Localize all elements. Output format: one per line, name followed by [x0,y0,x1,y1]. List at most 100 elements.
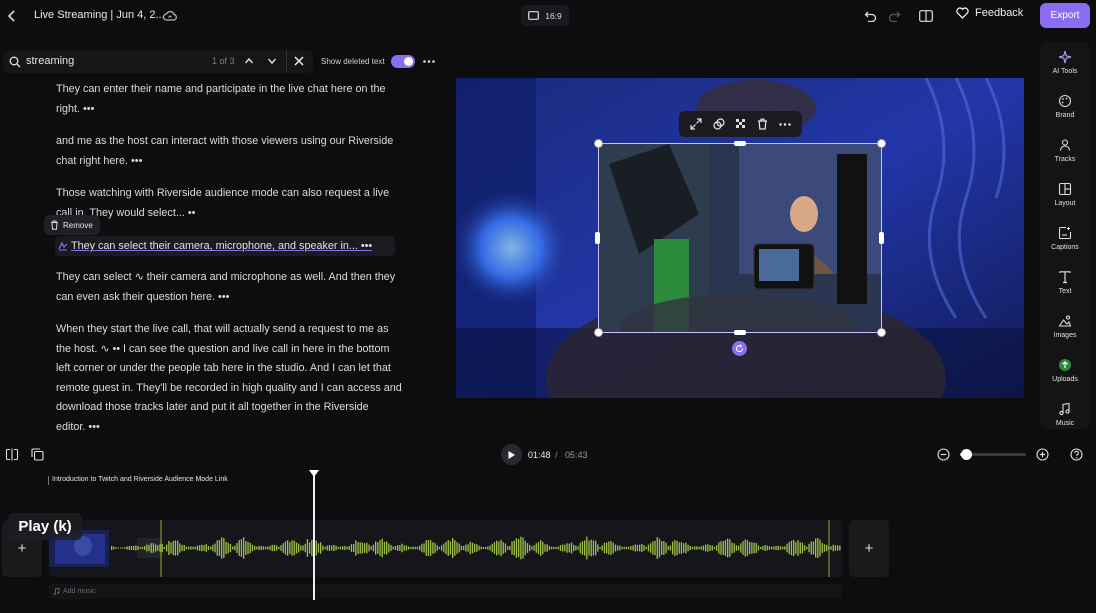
waveform-bar [295,542,298,554]
resize-handle[interactable] [594,328,603,337]
waveform-bar [199,545,201,551]
sidebar-item-text[interactable]: Text [1040,270,1090,295]
waveform-bar [498,541,500,555]
selected-transcript-line[interactable]: They can select their camera, microphone… [55,236,395,256]
waveform-bar [810,541,812,555]
feedback-button[interactable]: Feedback [956,7,1023,19]
sidebar-item-brand[interactable]: Brand [1040,94,1090,119]
transcript-paragraph[interactable]: and me as the host can interact with tho… [56,132,426,171]
waveform-bar [386,541,388,555]
waveform-bar [614,544,617,552]
waveform-bar [144,546,146,550]
export-button[interactable]: Export [1040,3,1090,28]
resize-handle[interactable] [877,139,886,148]
waveform-bar [579,542,581,554]
add-music-row[interactable]: Add music [49,584,842,599]
waveform-bar [623,546,625,550]
waveform-bar [210,546,212,550]
sidebar-item-layout[interactable]: Layout [1040,182,1090,207]
waveform-bar [113,546,115,550]
waveform-bar [166,544,168,552]
waveform-bar [152,543,155,553]
undo-icon[interactable] [862,8,878,24]
rotate-handle[interactable] [732,341,747,356]
waveform-bar [568,543,570,553]
play-button[interactable] [501,444,522,465]
sidebar-item-music[interactable]: Music [1040,402,1090,427]
top-bar: Live Streaming | Jun 4, 2... 16:9 Feedba… [0,0,1096,32]
waveform-bar [137,546,139,550]
search-input[interactable]: streaming [26,55,74,67]
transcript-paragraph[interactable]: They can enter their name and participat… [56,80,426,119]
resize-handle[interactable] [877,328,886,337]
waveform-bar [826,544,828,552]
remove-button[interactable]: Remove [44,215,100,235]
transcript-line: can even ask their question here. ••• [56,290,230,303]
waveform-bar [383,541,386,555]
transcript-paragraph[interactable]: When they start the live call, that will… [56,320,426,437]
back-chevron-icon[interactable] [5,8,19,24]
project-title[interactable]: Live Streaming | Jun 4, 2... [34,9,165,21]
waveform-bar [368,544,370,552]
waveform-bar [344,545,346,551]
overlay-video-layer[interactable] [598,143,882,333]
waveform-bar [672,541,674,555]
sidebar-item-uploads[interactable]: Uploads [1040,358,1090,383]
resize-handle[interactable] [595,232,600,244]
audio-video-track[interactable] [49,520,842,577]
sidebar-item-captions[interactable]: Captions [1040,226,1090,251]
waveform-bar [581,541,584,555]
resize-handle[interactable] [734,141,746,146]
waveform-bar [476,544,478,552]
more-icon[interactable] [779,122,791,126]
close-icon[interactable] [294,56,304,66]
resize-handle[interactable] [879,232,884,244]
waveform-bar [773,546,775,550]
transcript-paragraph[interactable]: Those watching with Riverside audience m… [56,184,426,223]
waveform-bar [524,540,526,556]
zoom-out-icon[interactable] [937,448,950,461]
waveform-bar [619,545,621,551]
duplicate-icon[interactable] [31,448,44,461]
trash-icon[interactable] [757,118,768,130]
add-clip-after-button[interactable]: + [849,520,889,577]
waveform-bar [342,546,344,550]
more-icon[interactable] [423,60,435,63]
layout-toggle-icon[interactable] [918,8,934,24]
waveform-bar [260,545,262,551]
waveform-bar [815,538,817,558]
waveform-bar [141,547,144,549]
resize-handle[interactable] [734,330,746,335]
remove-label: Remove [63,220,93,230]
chevron-up-icon[interactable] [244,56,254,66]
waveform-bar [716,545,718,551]
waveform-bar [111,545,113,551]
zoom-slider-knob[interactable] [960,449,972,460]
help-icon[interactable] [1070,448,1083,461]
transcript-paragraph[interactable]: They can select ∿ their camera and micro… [56,268,426,307]
swap-layer-icon[interactable] [712,118,725,130]
expand-icon[interactable] [690,118,702,130]
sidebar-item-ai-tools[interactable]: AI Tools [1040,50,1090,75]
waveform-bar [397,545,399,551]
transparency-icon[interactable] [735,118,747,130]
aspect-ratio-button[interactable]: 16:9 [521,5,569,26]
redo-icon[interactable] [886,8,902,24]
playhead[interactable] [309,470,319,600]
waveform-bar [777,545,779,551]
transcript-line: They can select their camera, microphone… [71,240,373,252]
waveform-bar [454,540,456,556]
waveform-bar [799,542,801,554]
waveform-bar [377,542,379,554]
feedback-label: Feedback [975,7,1024,19]
sidebar-item-tracks[interactable]: Tracks [1040,138,1090,163]
zoom-in-icon[interactable] [1036,448,1049,461]
resize-handle[interactable] [594,139,603,148]
split-view-icon[interactable] [5,448,19,461]
sidebar-item-images[interactable]: Images [1040,314,1090,339]
chevron-down-icon[interactable] [267,56,277,66]
show-deleted-toggle[interactable] [391,55,415,68]
time-separator: / [555,450,558,460]
overlay-toolbar [679,111,802,137]
waveform-bar [269,545,271,551]
